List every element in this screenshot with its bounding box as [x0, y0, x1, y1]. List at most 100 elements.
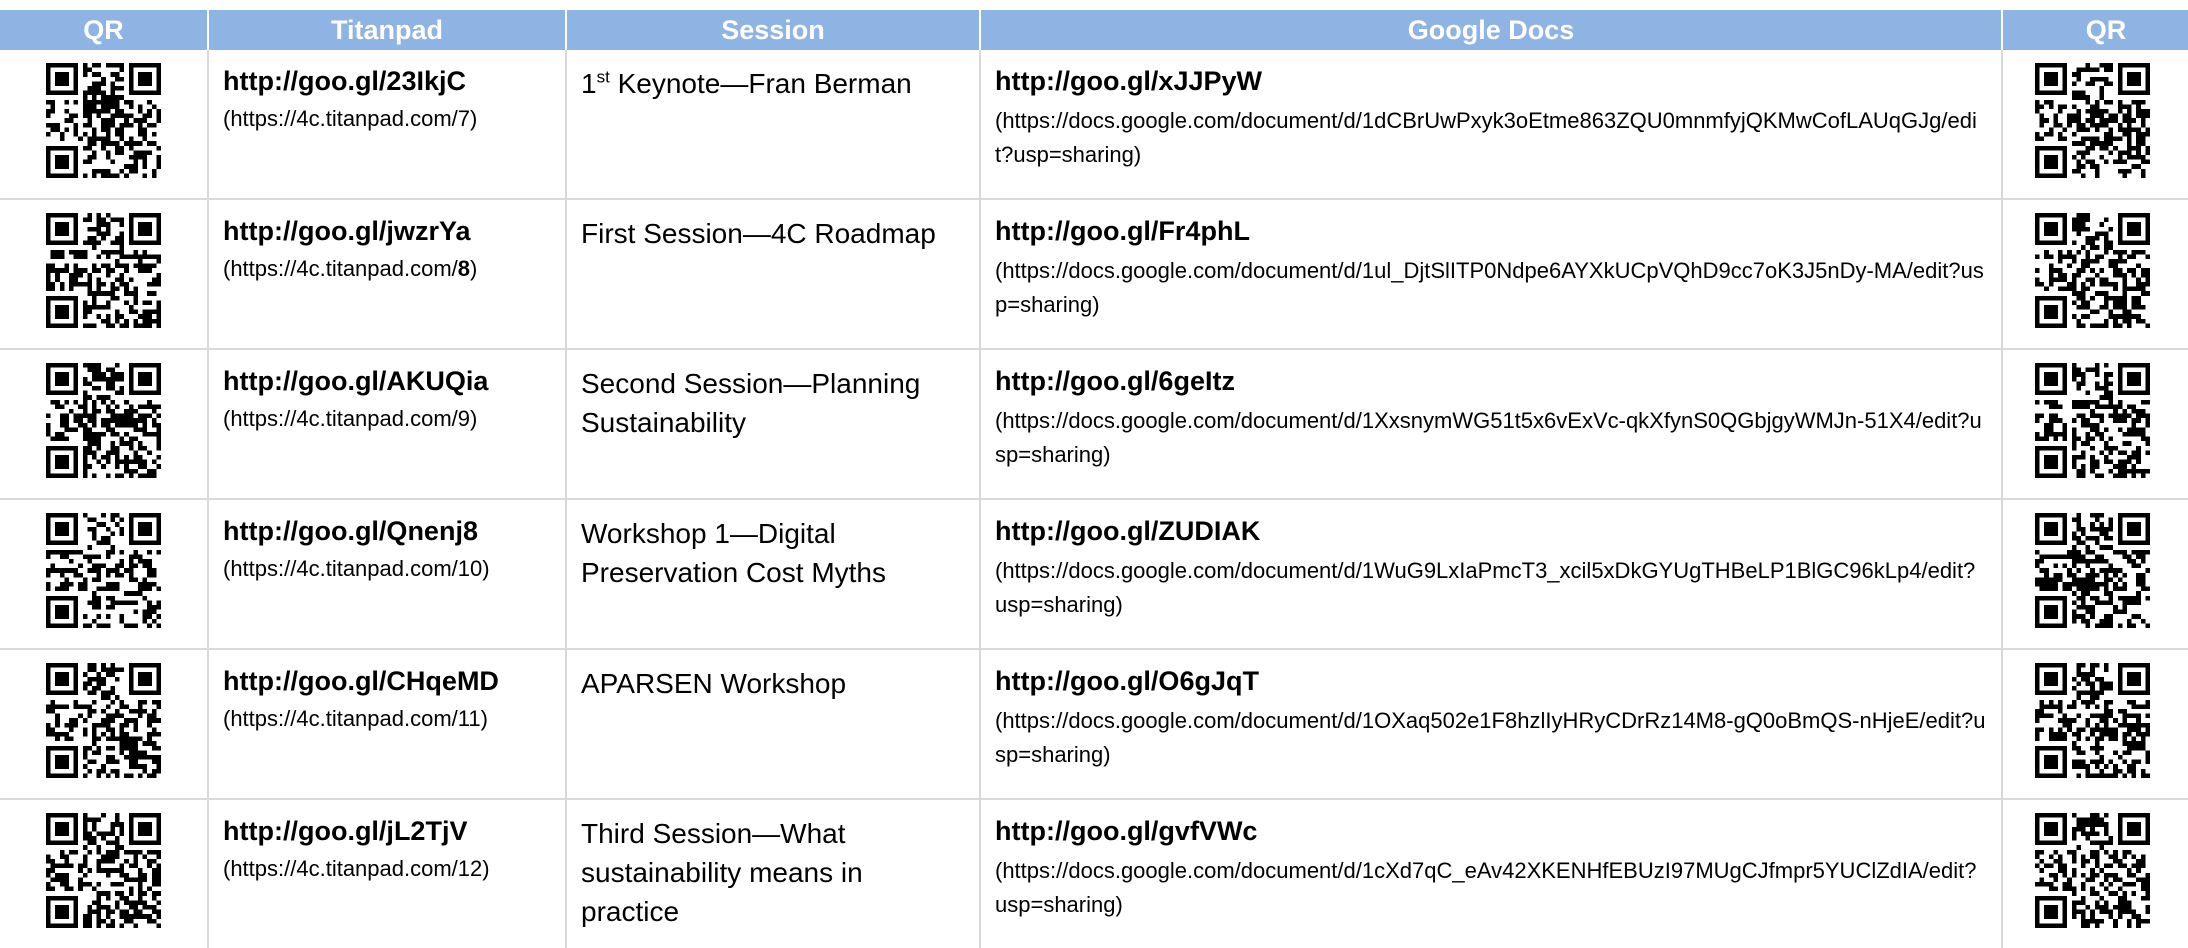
- qr-cell-titanpad: [0, 649, 209, 800]
- session-title: Second Session—Planning Sustainability: [567, 350, 978, 442]
- titanpad-url-prefix: (https://4c.titanpad.com/: [223, 706, 458, 731]
- session-title: Workshop 1—Digital Preservation Cost Myt…: [567, 500, 978, 592]
- docs-short-link[interactable]: http://goo.gl/ZUDIAK: [995, 514, 1987, 548]
- titanpad-cell: http://goo.gl/Qnenj8 (https://4c.titanpa…: [208, 499, 567, 650]
- google-docs-cell: http://goo.gl/O6gJqT (https://docs.googl…: [980, 649, 2003, 800]
- titanpad-short-link[interactable]: http://goo.gl/jL2TjV: [223, 814, 551, 848]
- titanpad-url-suffix: ): [482, 856, 490, 881]
- titanpad-short-link[interactable]: http://goo.gl/Qnenj8: [223, 514, 551, 548]
- session-name: Second Session—Planning Sustainability: [581, 368, 921, 438]
- table-row: http://goo.gl/jwzrYa (https://4c.titanpa…: [0, 199, 2188, 350]
- qr-code-icon[interactable]: [2003, 213, 2188, 328]
- titanpad-cell: http://goo.gl/AKUQia (https://4c.titanpa…: [208, 349, 567, 500]
- session-title: First Session—4C Roadmap: [567, 200, 978, 253]
- titanpad-url-prefix: (https://4c.titanpad.com/: [223, 106, 458, 131]
- qr-cell-titanpad: [0, 349, 209, 500]
- docs-short-link[interactable]: http://goo.gl/O6gJqT: [995, 664, 1987, 698]
- qr-cell-docs: [2002, 649, 2188, 800]
- docs-short-link[interactable]: http://goo.gl/6geItz: [995, 364, 1987, 398]
- session-cell: APARSEN Workshop: [566, 649, 981, 800]
- qr-code-icon[interactable]: [0, 63, 206, 178]
- google-docs-cell: http://goo.gl/Fr4phL (https://docs.googl…: [980, 199, 2003, 350]
- table-header-row: QR Titanpad Session Google Docs QR: [0, 10, 2188, 50]
- titanpad-pad-number: 10: [457, 556, 483, 581]
- titanpad-short-link[interactable]: http://goo.gl/jwzrYa: [223, 214, 551, 248]
- docs-short-link[interactable]: http://goo.gl/Fr4phL: [995, 214, 1987, 248]
- table-row: http://goo.gl/23IkjC (https://4c.titanpa…: [0, 50, 2188, 200]
- titanpad-pad-number: 12: [457, 856, 483, 881]
- titanpad-url-suffix: ): [480, 706, 488, 731]
- qr-cell-titanpad: [0, 50, 209, 200]
- session-cell: 1st Keynote—Fran Berman: [566, 50, 981, 200]
- session-cell: Second Session—Planning Sustainability: [566, 349, 981, 500]
- qr-code-icon[interactable]: [2003, 363, 2188, 478]
- titanpad-url-prefix: (https://4c.titanpad.com/: [223, 856, 458, 881]
- docs-full-link[interactable]: (https://docs.google.com/document/d/1Xxs…: [995, 404, 1987, 472]
- titanpad-pad-number: 9: [457, 406, 471, 431]
- qr-cell-titanpad: [0, 199, 209, 350]
- google-docs-cell: http://goo.gl/xJJPyW (https://docs.googl…: [980, 50, 2003, 200]
- qr-code-icon[interactable]: [0, 363, 206, 478]
- header-qr-right: QR: [2002, 10, 2188, 50]
- titanpad-url-prefix: (https://4c.titanpad.com/: [223, 556, 458, 581]
- titanpad-full-link[interactable]: (https://4c.titanpad.com/11): [223, 704, 551, 734]
- qr-code-icon[interactable]: [2003, 513, 2188, 628]
- docs-short-link[interactable]: http://goo.gl/xJJPyW: [995, 64, 1987, 98]
- header-titanpad: Titanpad: [208, 10, 567, 50]
- titanpad-cell: http://goo.gl/jL2TjV (https://4c.titanpa…: [208, 799, 567, 948]
- table-body: http://goo.gl/23IkjC (https://4c.titanpa…: [0, 50, 2188, 948]
- docs-full-link[interactable]: (https://docs.google.com/document/d/1dCB…: [995, 104, 1987, 172]
- titanpad-short-link[interactable]: http://goo.gl/AKUQia: [223, 364, 551, 398]
- titanpad-pad-number: 11: [457, 706, 481, 731]
- docs-full-link[interactable]: (https://docs.google.com/document/d/1ul_…: [995, 254, 1987, 322]
- qr-code-icon[interactable]: [0, 513, 206, 628]
- qr-code-icon[interactable]: [2003, 63, 2188, 178]
- docs-short-link[interactable]: http://goo.gl/gvfVWc: [995, 814, 1987, 848]
- qr-code-icon[interactable]: [2003, 663, 2188, 778]
- titanpad-pad-number: 7: [457, 106, 471, 131]
- titanpad-short-link[interactable]: http://goo.gl/23IkjC: [223, 64, 551, 98]
- session-title: APARSEN Workshop: [567, 650, 978, 703]
- session-name: APARSEN Workshop: [581, 668, 847, 699]
- qr-code-icon[interactable]: [0, 663, 206, 778]
- titanpad-short-link[interactable]: http://goo.gl/CHqeMD: [223, 664, 551, 698]
- header-session: Session: [566, 10, 981, 50]
- qr-cell-docs: [2002, 50, 2188, 200]
- session-cell: Workshop 1—Digital Preservation Cost Myt…: [566, 499, 981, 650]
- qr-cell-docs: [2002, 799, 2188, 948]
- qr-cell-titanpad: [0, 799, 209, 948]
- session-name: Keynote—Fran Berman: [609, 68, 912, 99]
- titanpad-pad-number: 8: [457, 256, 471, 281]
- google-docs-cell: http://goo.gl/ZUDIAK (https://docs.googl…: [980, 499, 2003, 650]
- table-row: http://goo.gl/AKUQia (https://4c.titanpa…: [0, 349, 2188, 500]
- qr-code-icon[interactable]: [0, 213, 206, 328]
- titanpad-url-prefix: (https://4c.titanpad.com/: [223, 406, 458, 431]
- titanpad-url-suffix: ): [470, 256, 478, 281]
- titanpad-full-link[interactable]: (https://4c.titanpad.com/9): [223, 404, 551, 434]
- session-ordinal-suffix: st: [596, 67, 610, 87]
- session-cell: First Session—4C Roadmap: [566, 199, 981, 350]
- titanpad-full-link[interactable]: (https://4c.titanpad.com/7): [223, 104, 551, 134]
- docs-full-link[interactable]: (https://docs.google.com/document/d/1OXa…: [995, 704, 1987, 772]
- docs-full-link[interactable]: (https://docs.google.com/document/d/1WuG…: [995, 554, 1987, 622]
- table-row: http://goo.gl/jL2TjV (https://4c.titanpa…: [0, 799, 2188, 948]
- docs-full-link[interactable]: (https://docs.google.com/document/d/1cXd…: [995, 854, 1987, 922]
- qr-cell-docs: [2002, 499, 2188, 650]
- google-docs-cell: http://goo.gl/6geItz (https://docs.googl…: [980, 349, 2003, 500]
- titanpad-url-suffix: ): [470, 106, 478, 131]
- table-row: http://goo.gl/CHqeMD (https://4c.titanpa…: [0, 649, 2188, 800]
- session-name: Third Session—What sustainability means …: [581, 818, 863, 927]
- titanpad-full-link[interactable]: (https://4c.titanpad.com/10): [223, 554, 551, 584]
- session-name: Workshop 1—Digital Preservation Cost Myt…: [581, 518, 886, 588]
- titanpad-cell: http://goo.gl/jwzrYa (https://4c.titanpa…: [208, 199, 567, 350]
- google-docs-cell: http://goo.gl/gvfVWc (https://docs.googl…: [980, 799, 2003, 948]
- qr-code-icon[interactable]: [0, 813, 206, 928]
- qr-cell-docs: [2002, 199, 2188, 350]
- titanpad-url-prefix: (https://4c.titanpad.com/: [223, 256, 458, 281]
- qr-code-icon[interactable]: [2003, 813, 2188, 928]
- titanpad-full-link[interactable]: (https://4c.titanpad.com/12): [223, 854, 551, 884]
- titanpad-url-suffix: ): [470, 406, 478, 431]
- titanpad-full-link[interactable]: (https://4c.titanpad.com/8): [223, 254, 551, 284]
- session-title: Third Session—What sustainability means …: [567, 800, 978, 931]
- session-title: 1st Keynote—Fran Berman: [567, 50, 978, 103]
